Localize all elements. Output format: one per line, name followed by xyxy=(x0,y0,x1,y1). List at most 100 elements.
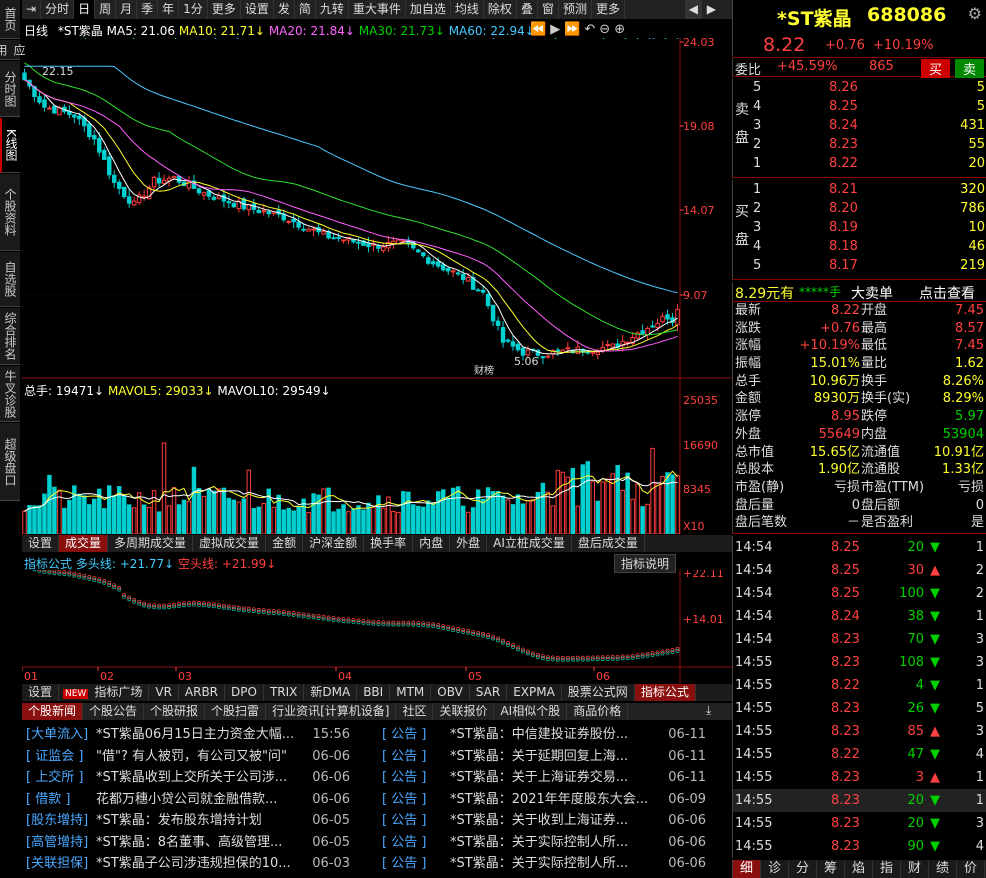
volume-tab-1[interactable]: 成交量 xyxy=(59,535,109,552)
news-title[interactable]: "借"? 有人被罚，有公司又被"问" xyxy=(96,746,287,767)
toolbar-item-21[interactable]: 更多 xyxy=(592,0,625,19)
toolbar-item-18[interactable]: 叠 xyxy=(517,0,538,19)
news-tab-2[interactable]: 个股研报 xyxy=(144,703,206,720)
news-title[interactable]: *ST紫晶：关于上海证券交易... xyxy=(450,767,628,788)
volume-tab-2[interactable]: 多周期成交量 xyxy=(108,535,194,552)
toolbar-item-6[interactable]: 1分 xyxy=(179,0,208,19)
vtab-1[interactable]: 应用 xyxy=(0,40,26,60)
toolbar-item-17[interactable]: 除权 xyxy=(484,0,517,19)
news-title[interactable]: *ST紫晶：2021年年度股东大会... xyxy=(450,789,648,810)
toolbar-item-19[interactable]: 窗 xyxy=(538,0,559,19)
order-level[interactable]: 1 8.21 320 xyxy=(733,181,986,199)
volume-tab-4[interactable]: 金额 xyxy=(266,535,304,552)
indicator-tab-10[interactable]: SAR xyxy=(470,684,508,701)
bottom-tab-1[interactable]: 诊 xyxy=(761,860,789,878)
vtab-0[interactable]: 首页 xyxy=(0,0,20,39)
volume-tab-6[interactable]: 换手率 xyxy=(364,535,414,552)
bottom-tab-4[interactable]: 焰 xyxy=(845,860,873,878)
big-order-link[interactable]: 点击查看 xyxy=(919,283,975,303)
nav-arrow-icon[interactable]: ⇥ xyxy=(22,0,42,19)
bottom-tab-5[interactable]: 指 xyxy=(873,860,901,878)
toolbar-item-1[interactable]: 日 xyxy=(74,0,96,19)
toolbar-item-4[interactable]: 季 xyxy=(137,0,159,19)
order-level[interactable]: 2 8.20 786 xyxy=(733,200,986,218)
news-title[interactable]: *ST紫晶：发布股东增持计划 xyxy=(96,810,262,831)
vtab-3[interactable]: K线图 xyxy=(0,118,20,173)
order-level[interactable]: 5 8.26 5 xyxy=(733,79,986,97)
vtab-5[interactable]: 自选股 xyxy=(0,252,20,307)
vtab-7[interactable]: 牛叉诊股 xyxy=(0,366,20,422)
news-item[interactable]: [ 公告 ] *ST紫晶：关于实际控制人所... 06-06 xyxy=(382,853,706,874)
news-title[interactable]: *ST紫晶：关于延期回复上海... xyxy=(450,746,628,767)
volume-tab-8[interactable]: 外盘 xyxy=(450,535,488,552)
news-title[interactable]: *ST紫晶：中信建投证券股份... xyxy=(450,724,628,745)
zoom-in-icon[interactable]: ⊕ xyxy=(614,22,629,37)
order-level[interactable]: 1 8.22 20 xyxy=(733,155,986,173)
volume-tab-7[interactable]: 内盘 xyxy=(413,535,451,552)
order-level[interactable]: 4 8.25 5 xyxy=(733,98,986,116)
news-tab-4[interactable]: 行业资讯[计算机设备] xyxy=(266,703,397,720)
download-icon[interactable]: ⤓ xyxy=(706,703,711,718)
toolbar-item-15[interactable]: 加自选 xyxy=(406,0,451,19)
toolbar-item-0[interactable]: 分时 xyxy=(41,0,75,19)
news-title[interactable]: *ST紫晶收到上交所关于公司涉... xyxy=(96,767,287,788)
indicator-tab-1[interactable]: 指标广场 xyxy=(88,684,150,701)
indicator-tab-11[interactable]: EXPMA xyxy=(507,684,562,701)
play-icon[interactable]: ▶ xyxy=(550,22,564,37)
news-tab-6[interactable]: 关联报价 xyxy=(433,703,495,720)
news-item[interactable]: [ 借款 ] 花都万穗小贷公司就金融借款... 06-06 xyxy=(26,789,350,810)
toolbar-item-2[interactable]: 周 xyxy=(95,0,117,19)
toolbar-item-12[interactable]: 九转 xyxy=(316,0,349,19)
bottom-tab-0[interactable]: 细 xyxy=(733,860,761,878)
news-tab-3[interactable]: 个股扫雷 xyxy=(205,703,267,720)
zoom-out-icon[interactable]: ⊖ xyxy=(599,22,614,37)
settings-gear-icon[interactable]: ⚙ xyxy=(968,4,982,23)
sell-button[interactable]: 卖 xyxy=(955,59,985,78)
news-item[interactable]: [ 公告 ] *ST紫晶：中信建投证券股份... 06-11 xyxy=(382,724,706,745)
bottom-tab-2[interactable]: 分 xyxy=(789,860,817,878)
vtab-2[interactable]: 分时图 xyxy=(0,61,20,117)
volume-tab-5[interactable]: 沪深金额 xyxy=(303,535,365,552)
indicator-tab-3[interactable]: ARBR xyxy=(179,684,226,701)
buy-button[interactable]: 买 xyxy=(921,59,951,78)
indicator-tab-12[interactable]: 股票公式网 xyxy=(562,684,635,701)
news-item[interactable]: [ 公告 ] *ST紫晶：关于上海证券交易... 06-11 xyxy=(382,767,706,788)
toolbar-item-8[interactable]: 设置 xyxy=(241,0,274,19)
news-title[interactable]: *ST紫晶06月15日主力资金大幅... xyxy=(96,724,294,745)
bottom-tab-8[interactable]: 价 xyxy=(957,860,985,878)
news-item[interactable]: [关联担保] *ST紫晶子公司涉违规担保的10... 06-03 xyxy=(26,853,350,874)
news-title[interactable]: 花都万穗小贷公司就金融借款... xyxy=(96,789,277,810)
news-title[interactable]: *ST紫晶：关于实际控制人所... xyxy=(450,832,628,853)
prev-arrow-icon[interactable]: ◀ xyxy=(684,0,702,19)
volume-tab-3[interactable]: 虚拟成交量 xyxy=(193,535,267,552)
volume-tab-9[interactable]: AI立桩成交量 xyxy=(487,535,572,552)
indicator-tab-8[interactable]: MTM xyxy=(390,684,432,701)
vtab-8[interactable]: 超级盘口 xyxy=(0,423,20,501)
toolbar-item-10[interactable]: 发 xyxy=(274,0,295,19)
news-tab-5[interactable]: 社区 xyxy=(396,703,434,720)
news-tab-1[interactable]: 个股公告 xyxy=(83,703,145,720)
indicator-tab-2[interactable]: VR xyxy=(149,684,179,701)
indicator-tab-4[interactable]: DPO xyxy=(225,684,264,701)
news-tab-8[interactable]: 商品价格 xyxy=(567,703,629,720)
news-item[interactable]: [ 公告 ] *ST紫晶：关于实际控制人所... 06-06 xyxy=(382,832,706,853)
indicator-tab-6[interactable]: 新DMA xyxy=(304,684,358,701)
indicator-tab-13[interactable]: 指标公式 xyxy=(634,684,696,701)
news-title[interactable]: *ST紫晶：8名董事、高级管理... xyxy=(96,832,282,853)
indicator-tab-5[interactable]: TRIX xyxy=(264,684,305,701)
order-level[interactable]: 2 8.23 55 xyxy=(733,136,986,154)
undo-icon[interactable]: ↶ xyxy=(584,22,599,37)
news-tab-7[interactable]: AI相似个股 xyxy=(494,703,568,720)
toolbar-item-3[interactable]: 月 xyxy=(116,0,138,19)
toolbar-item-7[interactable]: 更多 xyxy=(208,0,241,19)
vtab-4[interactable]: 个股资料 xyxy=(0,174,20,251)
news-title[interactable]: *ST紫晶子公司涉违规担保的10... xyxy=(96,853,291,874)
volume-tab-0[interactable]: 设置 xyxy=(22,535,60,552)
news-tab-0[interactable]: 个股新闻 xyxy=(22,703,84,720)
volume-tab-10[interactable]: 盘后成交量 xyxy=(572,535,645,552)
vtab-6[interactable]: 综合排名 xyxy=(0,308,20,365)
rewind-icon[interactable]: ⏪ xyxy=(530,22,550,37)
toolbar-item-13[interactable]: 重大事件 xyxy=(349,0,406,19)
news-title[interactable]: *ST紫晶：关于收到上海证券... xyxy=(450,810,628,831)
bottom-tab-6[interactable]: 财 xyxy=(901,860,929,878)
